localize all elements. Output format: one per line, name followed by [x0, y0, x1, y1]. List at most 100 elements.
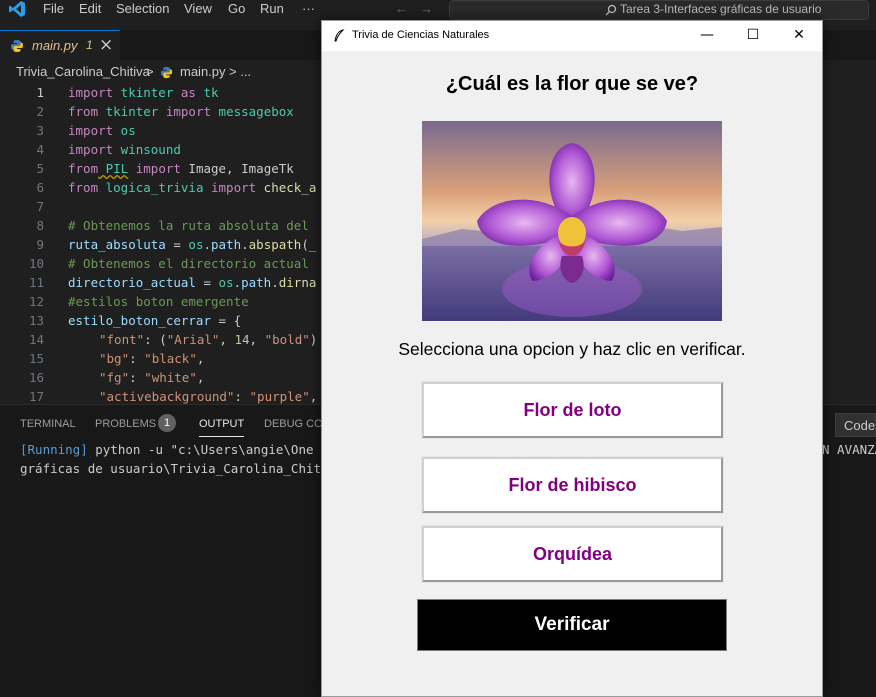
code-line-1[interactable]: import tkinter as tk: [68, 83, 219, 102]
tab-terminal[interactable]: TERMINAL: [20, 418, 76, 430]
code-token: ,: [219, 332, 235, 347]
menu-more[interactable]: ···: [302, 0, 315, 18]
line-number: 11: [28, 275, 44, 290]
code-line-4[interactable]: import winsound: [68, 140, 181, 159]
code-token: .: [203, 237, 212, 252]
code-token: os: [113, 123, 136, 138]
option-button-flor-de-loto[interactable]: Flor de loto: [421, 381, 724, 439]
verify-button[interactable]: Verificar: [417, 599, 727, 651]
code-token: tkinter: [113, 85, 174, 100]
question-label: ¿Cuál es la flor que se ve?: [445, 73, 699, 95]
orchid-image: [422, 121, 722, 321]
vscode-logo-icon: [9, 1, 25, 17]
menu-go[interactable]: Go: [228, 0, 245, 18]
problems-count-badge: 1: [158, 414, 176, 432]
forward-arrow-icon[interactable]: →: [420, 0, 433, 18]
menu-file[interactable]: File: [43, 0, 64, 18]
code-token: .: [241, 237, 249, 252]
code-token: PIL: [98, 161, 129, 176]
menu-view[interactable]: View: [184, 0, 212, 18]
code-line-5[interactable]: from PIL import Image, ImageTk: [68, 159, 294, 178]
code-line-16[interactable]: "fg": "white",: [99, 368, 204, 387]
python-file-icon: [11, 40, 23, 52]
code-token: import: [203, 180, 257, 195]
code-token: estilo_boton_cerrar: [68, 313, 211, 328]
instruction-label: Selecciona una opcion y haz clic en veri…: [398, 339, 746, 359]
code-token: check_a: [256, 180, 317, 195]
line-number: 7: [36, 199, 44, 214]
code-token: "Arial": [166, 332, 220, 347]
line-number: 16: [28, 370, 44, 385]
code-token: path: [241, 275, 272, 290]
code-token: =: [195, 275, 219, 290]
code-line-8[interactable]: # Obtenemos la ruta absoluta del: [68, 216, 309, 235]
tab-problems[interactable]: PROBLEMS: [95, 418, 156, 430]
code-line-15[interactable]: "bg": "black",: [99, 349, 204, 368]
maximize-icon[interactable]: ☐: [730, 21, 776, 51]
line-number: 5: [36, 161, 44, 176]
code-line-10[interactable]: # Obtenemos el directorio actual: [68, 254, 309, 273]
code-line-9[interactable]: ruta_absoluta = os.path.abspath(_: [68, 235, 316, 254]
code-token: tkinter: [98, 104, 159, 119]
code-line-2[interactable]: from tkinter import messagebox: [68, 102, 294, 121]
code-token: as: [173, 85, 196, 100]
code-token: ): [309, 332, 318, 347]
code-token: "white": [144, 370, 197, 385]
breadcrumb-more[interactable]: > ...: [229, 64, 251, 79]
code-token: "black": [144, 351, 197, 366]
code-token: .: [233, 275, 242, 290]
code-line-12[interactable]: #estilos boton emergente: [68, 292, 249, 311]
code-token: : (: [144, 332, 167, 347]
breadcrumb-folder[interactable]: Trivia_Carolina_Chitiva: [16, 64, 150, 79]
menu-run[interactable]: Run: [260, 0, 284, 18]
line-number: 15: [28, 351, 44, 366]
code-token: :: [234, 389, 250, 404]
code-line-11[interactable]: directorio_actual = os.path.dirna: [68, 273, 316, 292]
close-tab-icon[interactable]: ×: [99, 35, 113, 55]
code-token: "fg": [99, 370, 130, 385]
option-button-orquidea[interactable]: Orquídea: [421, 525, 724, 583]
feather-icon: [334, 29, 345, 42]
output-running-tag: [Running]: [20, 442, 88, 457]
output-channel-select[interactable]: Code: [835, 413, 876, 437]
code-token: path: [211, 237, 242, 252]
python-file-icon: [160, 66, 173, 79]
code-token: abspath: [248, 237, 302, 252]
code-line-6[interactable]: from logica_trivia import check_a: [68, 178, 316, 197]
tab-modified-count: 1: [86, 38, 93, 52]
code-token: ,: [196, 370, 205, 385]
line-number: 10: [28, 256, 44, 271]
code-token: "activebackground": [99, 389, 235, 404]
line-number: 6: [36, 180, 44, 195]
option-button-flor-de-hibisco[interactable]: Flor de hibisco: [421, 456, 724, 514]
code-token: =: [165, 237, 189, 252]
code-line-3[interactable]: import os: [68, 121, 136, 140]
code-line-13[interactable]: estilo_boton_cerrar = {: [68, 311, 241, 330]
breadcrumb-separator: >: [146, 64, 154, 79]
menu-edit[interactable]: Edit: [79, 0, 101, 18]
line-number: 13: [28, 313, 44, 328]
output-command: python -u "c:\Users\angie\One: [87, 442, 314, 457]
tab-main-py[interactable]: main.py 1 ×: [0, 30, 120, 60]
code-token: from: [68, 104, 99, 119]
code-token: os: [218, 275, 234, 290]
line-number: 8: [36, 218, 44, 233]
code-token: ruta_absoluta: [68, 237, 166, 252]
menu-selection[interactable]: Selection: [116, 0, 169, 18]
back-arrow-icon[interactable]: ←: [395, 0, 408, 18]
code-token: import: [128, 161, 181, 176]
minimize-icon[interactable]: —: [684, 21, 730, 51]
trivia-window-titlebar[interactable]: Trivia de Ciencias Naturales — ☐ ✕: [322, 21, 822, 51]
breadcrumb-file[interactable]: main.py: [180, 64, 226, 79]
line-number: 2: [36, 104, 44, 119]
close-icon[interactable]: ✕: [776, 21, 822, 51]
code-token: directorio_actual: [68, 275, 196, 290]
code-token: 14: [234, 332, 250, 347]
code-token: import: [158, 104, 212, 119]
tab-output[interactable]: OUTPUT: [199, 418, 245, 437]
code-token: .: [271, 275, 279, 290]
tab-filename: main.py: [32, 38, 78, 53]
code-line-14[interactable]: "font": ("Arial", 14, "bold"): [99, 330, 317, 349]
code-token: ,: [249, 332, 265, 347]
command-center-search[interactable]: Tarea 3-Interfaces gráficas de usuario: [449, 0, 869, 20]
